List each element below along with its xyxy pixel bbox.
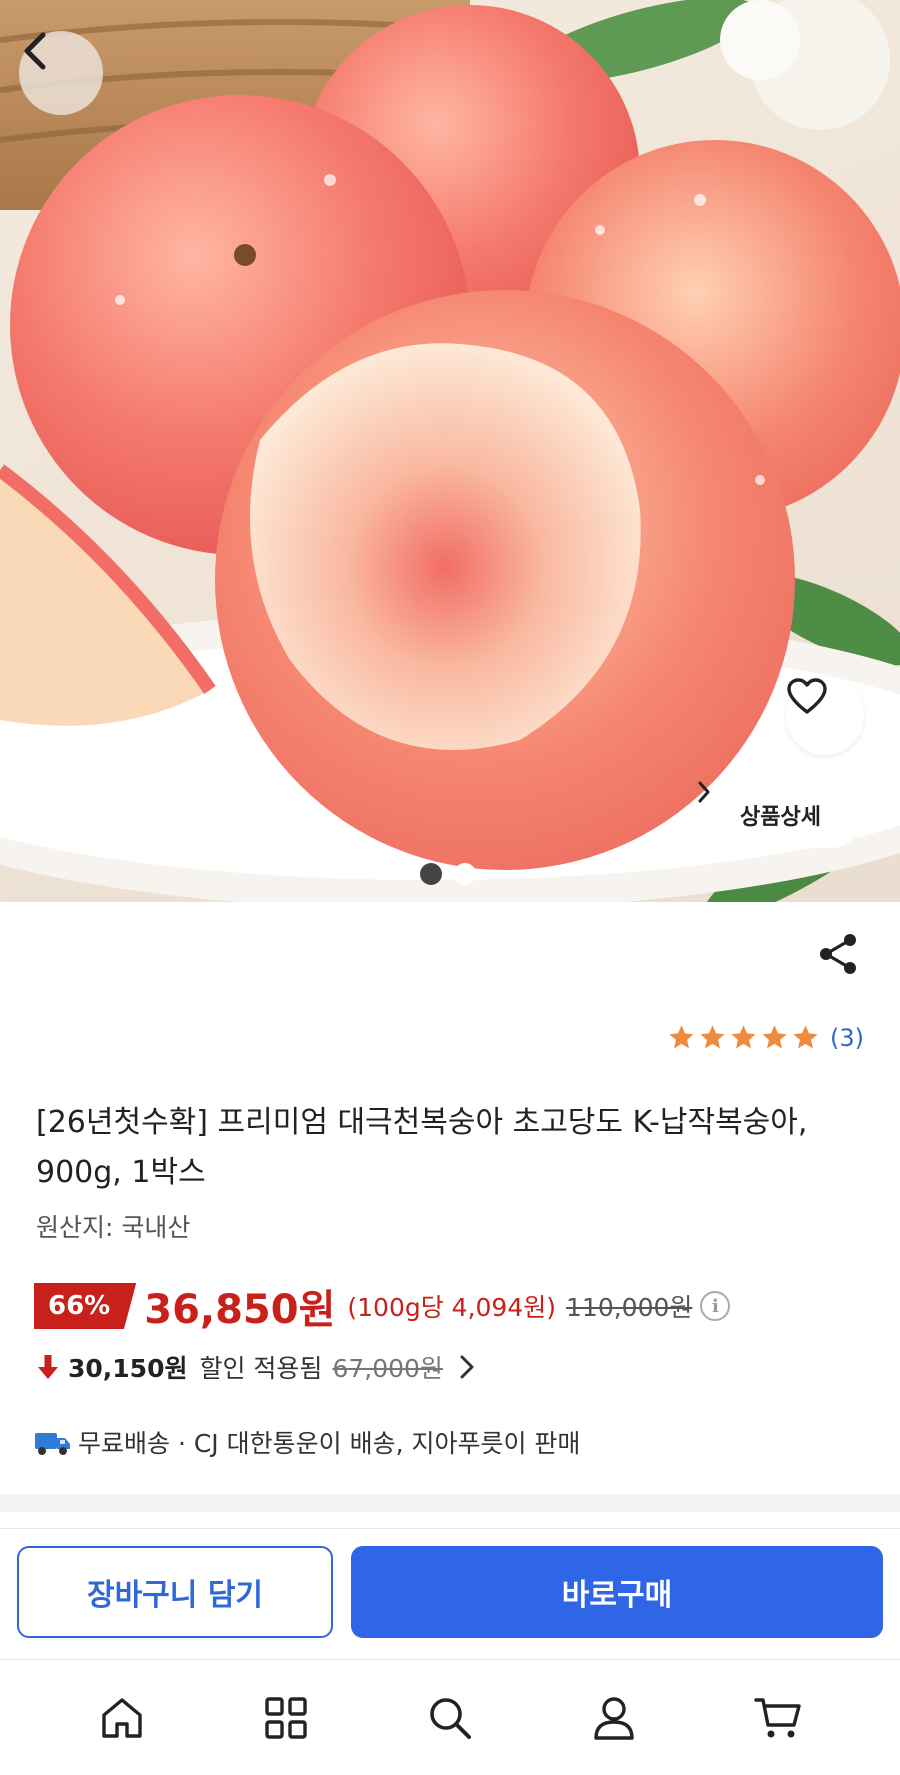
carousel-dot xyxy=(454,863,476,885)
share-icon[interactable] xyxy=(816,932,860,976)
heart-icon xyxy=(787,678,827,714)
home-icon xyxy=(102,1697,142,1738)
product-origin: 원산지: 국내산 xyxy=(36,1213,191,1242)
profile-icon xyxy=(594,1696,634,1740)
unit-price: (100g당 4,094원) xyxy=(347,1293,557,1322)
category-icon xyxy=(265,1696,307,1739)
nav-my-page[interactable] xyxy=(584,1688,644,1748)
chevron-left-icon xyxy=(24,32,46,70)
original-price: 110,000원 xyxy=(566,1293,693,1322)
star-icon xyxy=(793,1025,818,1049)
nav-home[interactable] xyxy=(92,1688,152,1748)
nav-cart[interactable] xyxy=(748,1688,808,1748)
star-icon xyxy=(700,1025,725,1049)
price-row: 66% 36,850원 (100g당 4,094원) 110,000원 i xyxy=(34,1281,731,1333)
nav-search[interactable] xyxy=(420,1688,480,1748)
coupon-discount-row[interactable]: 30,150원 할인 적용됨 67,000원 xyxy=(36,1347,477,1387)
shipping-text: 무료배송 · CJ 대한통운이 배송, 지아푸릇이 판매 xyxy=(78,1429,581,1458)
shipping-info: 무료배송 · CJ 대한통운이 배송, 지아푸릇이 판매 xyxy=(34,1422,580,1462)
chevron-right-icon xyxy=(460,1355,474,1379)
discounted-price: 30,150원 xyxy=(68,1354,188,1383)
carousel-indicator xyxy=(420,863,476,885)
star-icon xyxy=(731,1025,756,1049)
nav-category[interactable] xyxy=(256,1688,316,1748)
pre-discount-price: 67,000원 xyxy=(332,1354,443,1383)
product-detail-label: 상품상세 xyxy=(740,804,821,830)
wishlist-button[interactable] xyxy=(786,677,864,755)
star-icon xyxy=(669,1025,694,1049)
product-title: [26년첫수확] 프리미엄 대극천복숭아 초고당도 K-납작복숭아, 900g,… xyxy=(36,1105,808,1190)
info-icon[interactable]: i xyxy=(700,1291,731,1321)
chevron-right-icon xyxy=(698,781,710,803)
buy-now-button[interactable]: 바로구매 xyxy=(351,1546,883,1638)
arrow-down-icon xyxy=(38,1355,58,1379)
section-divider xyxy=(0,1494,900,1512)
bottom-navigation xyxy=(0,1659,900,1775)
product-detail-button[interactable]: 상품상세 xyxy=(697,781,864,848)
search-icon xyxy=(430,1697,471,1739)
product-image-carousel[interactable]: 상품상세 xyxy=(0,0,900,902)
truck-icon xyxy=(35,1433,70,1455)
product-photo xyxy=(0,0,900,902)
add-to-cart-button[interactable]: 장바구니 담기 xyxy=(17,1546,333,1638)
purchase-action-bar: 장바구니 담기 바로구매 xyxy=(0,1528,900,1658)
discount-applied-label: 할인 적용됨 xyxy=(199,1354,323,1383)
carousel-dot-active xyxy=(420,863,442,885)
discount-badge: 66% xyxy=(34,1283,137,1329)
rating-summary[interactable]: (3) xyxy=(667,1023,864,1052)
star-icon xyxy=(762,1025,787,1049)
review-count-link[interactable]: (3) xyxy=(830,1024,864,1052)
sale-price: 36,850원 xyxy=(144,1287,336,1333)
back-button[interactable] xyxy=(19,31,103,115)
cart-icon xyxy=(754,1697,801,1737)
